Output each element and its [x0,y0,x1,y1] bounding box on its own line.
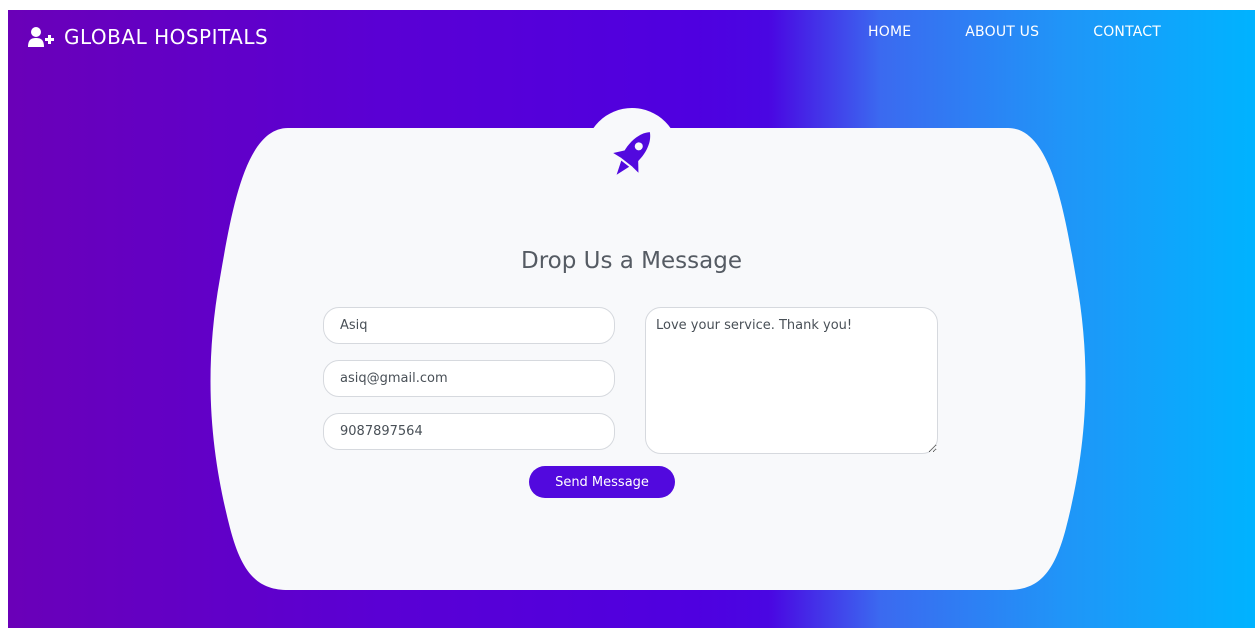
nav-home[interactable]: HOME [868,24,911,40]
top-nav: HOME ABOUT US CONTACT [868,24,1215,40]
phone-input[interactable] [323,413,615,450]
nav-about-us[interactable]: ABOUT US [965,24,1039,40]
rocket-badge [585,108,679,202]
brand-name: GLOBAL HOSPITALS [64,25,269,49]
name-input[interactable] [323,307,615,344]
form-title: Drop Us a Message [521,248,742,275]
message-textarea[interactable]: Love your service. Thank you! [645,307,938,454]
rocket-icon [613,132,651,175]
user-plus-icon [28,27,54,47]
send-message-button[interactable]: Send Message [529,466,675,498]
hero-background: GLOBAL HOSPITALS HOME ABOUT US CONTACT D… [8,10,1255,628]
brand-logo[interactable]: GLOBAL HOSPITALS [28,25,268,49]
nav-contact[interactable]: CONTACT [1093,24,1161,40]
email-input[interactable] [323,360,615,397]
